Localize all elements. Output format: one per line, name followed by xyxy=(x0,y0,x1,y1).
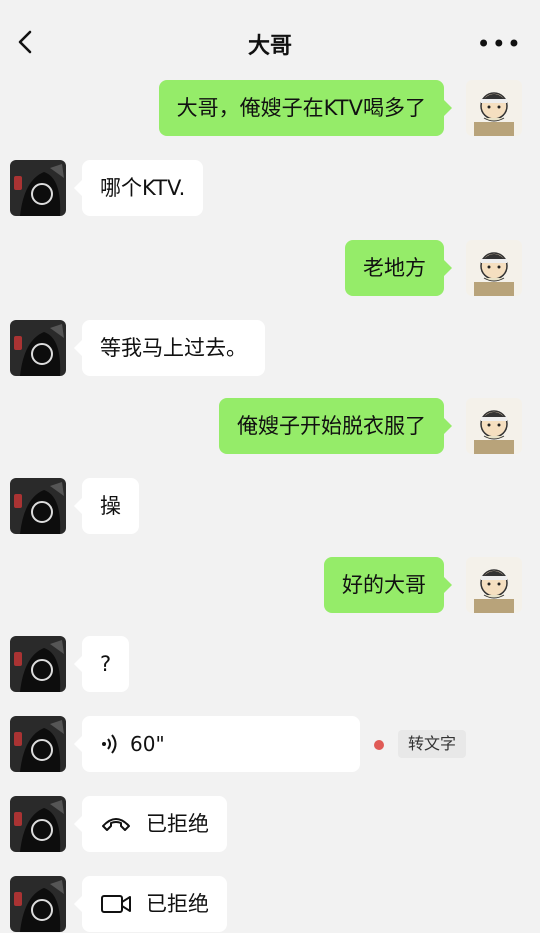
my-avatar[interactable] xyxy=(466,557,522,613)
transcribe-button[interactable]: 转文字 xyxy=(398,730,467,758)
message-row: 等我马上过去。 xyxy=(0,320,540,376)
contact-avatar[interactable] xyxy=(10,320,66,376)
message-row: 大哥，俺嫂子在KTV喝多了 xyxy=(0,80,540,136)
message-row: 已拒绝 xyxy=(0,876,540,932)
message-row: ? xyxy=(0,636,540,692)
message-bubble[interactable]: 大哥，俺嫂子在KTV喝多了 xyxy=(158,80,453,136)
phone-icon xyxy=(100,814,132,834)
message-row: 俺嫂子开始脱衣服了 xyxy=(0,398,540,454)
contact-avatar[interactable] xyxy=(10,876,66,932)
message-bubble[interactable]: 俺嫂子开始脱衣服了 xyxy=(219,398,452,454)
message-row: 60" 转文字 xyxy=(0,716,540,772)
message-row: 好的大哥 xyxy=(0,557,540,613)
message-bubble[interactable]: 操 xyxy=(74,478,139,534)
message-row: 操 xyxy=(0,478,540,534)
message-bubble[interactable]: 老地方 xyxy=(345,240,452,296)
chat-title: 大哥 xyxy=(247,34,292,59)
more-options-button[interactable]: ••• xyxy=(477,30,522,58)
my-avatar[interactable] xyxy=(466,240,522,296)
call-record-bubble[interactable]: 已拒绝 xyxy=(74,796,227,852)
call-status: 已拒绝 xyxy=(146,892,209,916)
call-status: 已拒绝 xyxy=(146,812,209,836)
voice-duration: 60" xyxy=(130,732,165,756)
message-bubble[interactable]: 等我马上过去。 xyxy=(74,320,265,376)
message-bubble[interactable]: 哪个KTV. xyxy=(73,160,204,216)
message-row: 已拒绝 xyxy=(0,796,540,852)
contact-avatar[interactable] xyxy=(10,478,66,534)
video-icon xyxy=(100,893,132,915)
message-row: 老地方 xyxy=(0,240,540,296)
chat-header: 大哥 ••• xyxy=(0,0,540,84)
message-row: 哪个KTV. xyxy=(0,160,540,216)
message-bubble[interactable]: ? xyxy=(73,636,130,692)
contact-avatar[interactable] xyxy=(10,796,66,852)
call-record-bubble[interactable]: 已拒绝 xyxy=(74,876,227,932)
voice-message-bubble[interactable]: 60" xyxy=(74,716,360,772)
contact-avatar[interactable] xyxy=(10,636,66,692)
contact-avatar[interactable] xyxy=(10,160,66,216)
message-bubble[interactable]: 好的大哥 xyxy=(324,557,452,613)
my-avatar[interactable] xyxy=(466,398,522,454)
my-avatar[interactable] xyxy=(466,80,522,136)
unread-dot xyxy=(374,740,384,750)
voice-wave-icon xyxy=(100,732,120,756)
contact-avatar[interactable] xyxy=(10,716,66,772)
